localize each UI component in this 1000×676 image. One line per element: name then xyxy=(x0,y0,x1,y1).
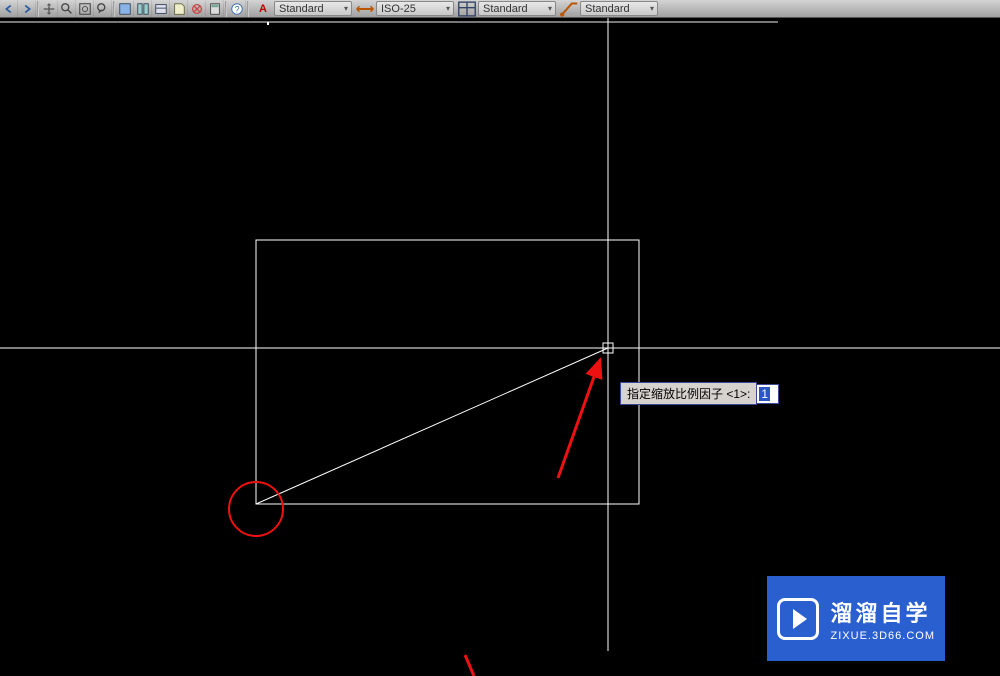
quickcalc-icon[interactable] xyxy=(206,0,224,17)
mleader-style-control: Standard ▾ xyxy=(558,0,658,17)
dim-style-dropdown[interactable]: ISO-25 ▾ xyxy=(376,1,454,16)
zoom-previous-icon[interactable] xyxy=(94,0,112,17)
rectangle-entity xyxy=(256,240,639,504)
zoom-window-icon[interactable] xyxy=(58,0,76,17)
text-style-control: A Standard ▾ xyxy=(252,0,352,17)
text-style-icon[interactable]: A xyxy=(252,1,274,17)
mleader-style-icon[interactable] xyxy=(558,1,580,17)
separator xyxy=(37,1,39,17)
mleader-style-dropdown[interactable]: Standard ▾ xyxy=(580,1,658,16)
chevron-down-icon: ▾ xyxy=(548,4,552,13)
pan-icon[interactable] xyxy=(40,0,58,17)
separator xyxy=(247,1,249,17)
text-style-value: Standard xyxy=(279,3,324,15)
sheet-set-icon[interactable] xyxy=(170,0,188,17)
zoom-extents-icon[interactable] xyxy=(76,0,94,17)
model-space[interactable]: 指定缩放比例因子 <1>: 1 溜溜自学 ZIXUE.3D66.COM xyxy=(0,18,1000,676)
undo-icon[interactable] xyxy=(0,0,18,17)
chevron-down-icon: ▾ xyxy=(446,4,450,13)
prompt-input[interactable]: 1 xyxy=(757,384,779,404)
chevron-down-icon: ▾ xyxy=(650,4,654,13)
play-icon xyxy=(777,598,819,640)
svg-text:?: ? xyxy=(234,4,239,14)
watermark-title: 溜溜自学 xyxy=(831,596,935,628)
prompt-label: 指定缩放比例因子 <1>: xyxy=(620,382,757,405)
help-icon[interactable]: ? xyxy=(228,0,246,17)
annotation-arrow xyxy=(558,360,600,478)
separator xyxy=(225,1,227,17)
rubber-band-line xyxy=(256,348,608,504)
dim-style-value: ISO-25 xyxy=(381,3,416,15)
dim-style-icon[interactable] xyxy=(354,1,376,17)
watermark-url: ZIXUE.3D66.COM xyxy=(831,630,935,642)
tool-palettes-icon[interactable] xyxy=(152,0,170,17)
markup-icon[interactable] xyxy=(188,0,206,17)
design-center-icon[interactable] xyxy=(134,0,152,17)
chevron-down-icon: ▾ xyxy=(344,4,348,13)
mleader-style-value: Standard xyxy=(585,3,630,15)
dim-style-control: ISO-25 ▾ xyxy=(354,0,454,17)
annotation-mark xyxy=(465,655,474,676)
redo-icon[interactable] xyxy=(18,0,36,17)
properties-icon[interactable] xyxy=(116,0,134,17)
table-style-icon[interactable] xyxy=(456,1,478,17)
table-style-control: Standard ▾ xyxy=(456,0,556,17)
table-style-value: Standard xyxy=(483,3,528,15)
separator xyxy=(113,1,115,17)
main-toolbar: ? A Standard ▾ ISO-25 ▾ Standard ▾ Stand… xyxy=(0,0,1000,18)
dynamic-input-prompt: 指定缩放比例因子 <1>: 1 xyxy=(620,382,779,405)
watermark-badge: 溜溜自学 ZIXUE.3D66.COM xyxy=(767,576,945,661)
table-style-dropdown[interactable]: Standard ▾ xyxy=(478,1,556,16)
text-style-dropdown[interactable]: Standard ▾ xyxy=(274,1,352,16)
prompt-value-text: 1 xyxy=(759,387,770,401)
